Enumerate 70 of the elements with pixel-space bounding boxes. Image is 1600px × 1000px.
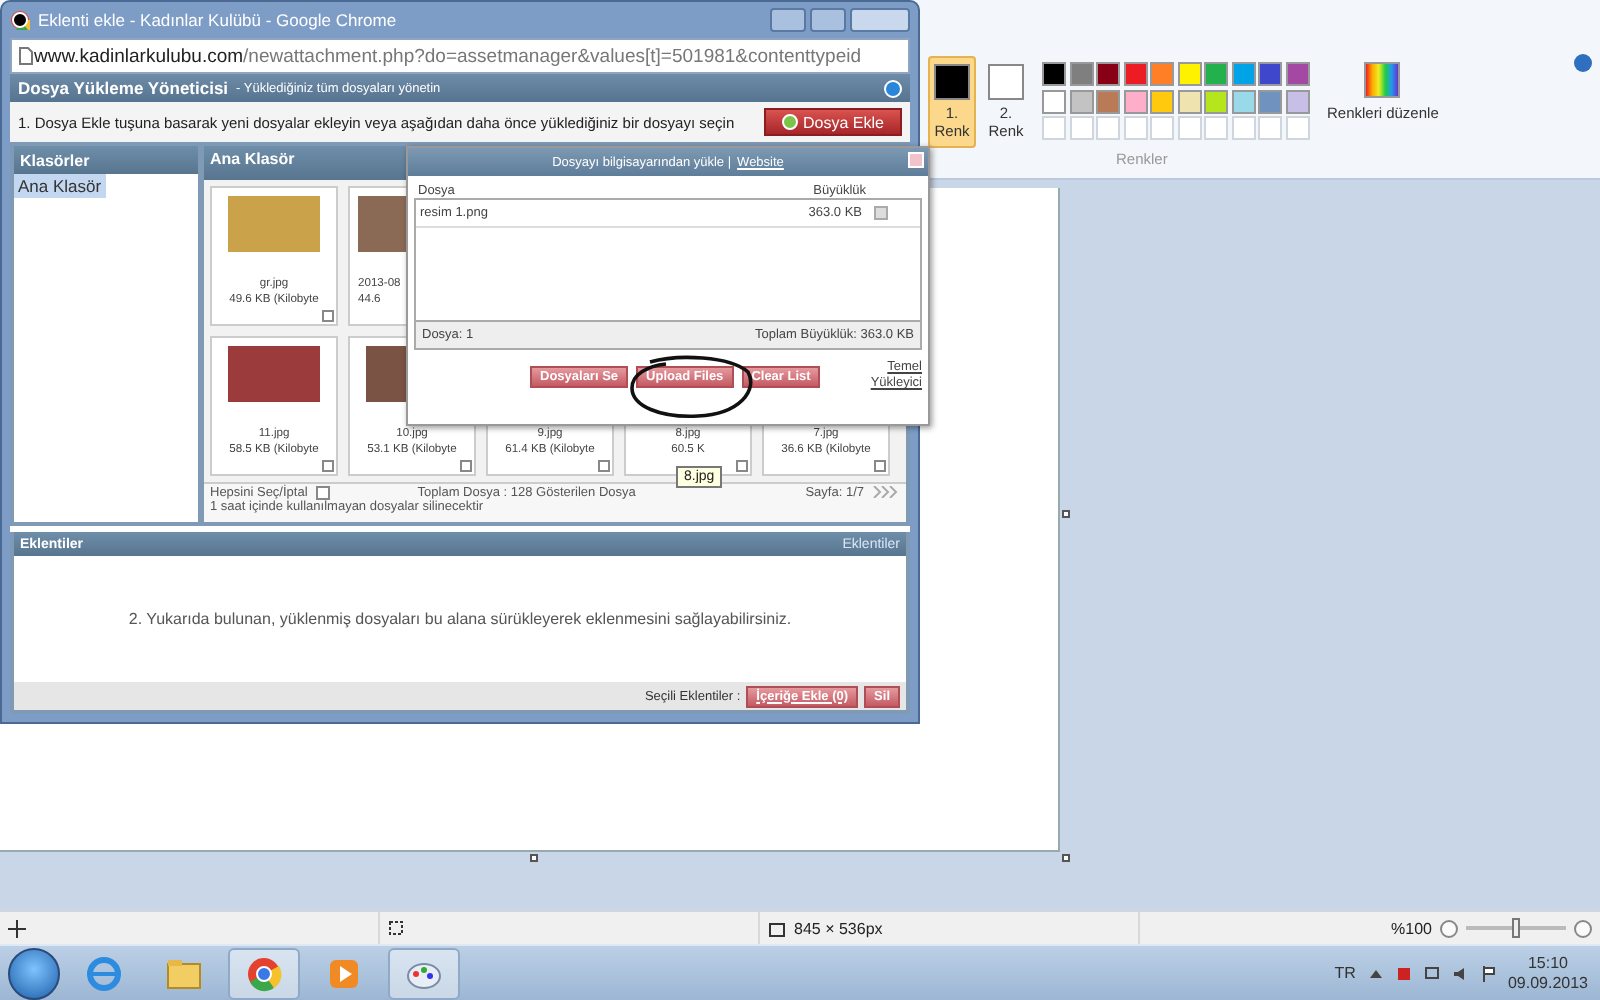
taskbar-button[interactable] bbox=[228, 947, 300, 999]
hint-text: 2. Yukarıda bulunan, yüklenmiş dosyaları bu alana sürükleyerek eklenmesini sağlayabilirsiniz. bbox=[128, 610, 792, 628]
browser-icon bbox=[246, 955, 282, 991]
maximize-button[interactable] bbox=[810, 8, 846, 32]
page-icon bbox=[18, 46, 34, 66]
photo-placeholder bbox=[228, 345, 320, 402]
help-icon[interactable] bbox=[1574, 54, 1592, 72]
speaker-icon[interactable] bbox=[1451, 965, 1468, 981]
checkbox[interactable] bbox=[460, 459, 472, 472]
checkbox[interactable] bbox=[322, 459, 334, 472]
next-page-icon[interactable] bbox=[872, 486, 900, 499]
clock-date[interactable]: 09.09.2013 bbox=[1507, 973, 1588, 993]
resize-handle[interactable] bbox=[1062, 510, 1070, 518]
url-path: /newattachment.php?do=assetmanager&values[t]=501981&contenttypeid bbox=[243, 45, 862, 67]
checkbox[interactable] bbox=[874, 459, 886, 472]
color-swatch[interactable] bbox=[1177, 89, 1201, 113]
panel-header: Klasörler bbox=[14, 146, 198, 174]
resize-handle[interactable] bbox=[1062, 854, 1070, 862]
color-swatch[interactable] bbox=[1150, 89, 1174, 113]
clock-time[interactable]: 15:10 bbox=[1527, 953, 1568, 973]
color-swatch[interactable] bbox=[1069, 89, 1093, 113]
resize-handle[interactable] bbox=[530, 854, 538, 862]
checkbox[interactable] bbox=[322, 309, 334, 322]
address-bar[interactable]: www.kadinlarkulubu.com/newattachment.php?do=assetmanager&values[t]=501981&contenttypeid bbox=[10, 38, 910, 74]
browser-icon bbox=[86, 955, 122, 991]
color-swatch[interactable] bbox=[1150, 62, 1174, 86]
photo-placeholder bbox=[228, 195, 320, 252]
language-indicator[interactable]: TR bbox=[1334, 964, 1356, 982]
checkbox[interactable] bbox=[315, 485, 330, 500]
image-size-icon bbox=[768, 919, 786, 937]
color-swatch[interactable] bbox=[1204, 62, 1228, 86]
color-swatch[interactable] bbox=[1258, 62, 1282, 86]
move-icon bbox=[8, 919, 26, 937]
add-file-button[interactable]: Dosya Ekle bbox=[763, 108, 902, 136]
color-swatch[interactable] bbox=[1096, 62, 1120, 86]
close-button[interactable] bbox=[850, 8, 910, 32]
zoom-slider-thumb[interactable] bbox=[1512, 918, 1520, 938]
color-swatch[interactable] bbox=[1042, 89, 1066, 113]
zoom-in-button[interactable] bbox=[1574, 919, 1592, 937]
help-icon[interactable] bbox=[884, 79, 902, 97]
start-button[interactable] bbox=[8, 947, 60, 999]
window-title: Eklenti ekle - Kadınlar Kulübü - Google Chrome bbox=[38, 10, 397, 30]
color-swatch[interactable] bbox=[1096, 89, 1120, 113]
color-swatch[interactable] bbox=[1123, 62, 1147, 86]
zoom-out-button[interactable] bbox=[1440, 919, 1458, 937]
chevron-up-icon[interactable] bbox=[1367, 965, 1384, 981]
selection-icon bbox=[388, 919, 406, 937]
color-swatch[interactable] bbox=[1231, 62, 1255, 86]
color-swatch[interactable] bbox=[1258, 89, 1282, 113]
color-swatch[interactable] bbox=[1042, 62, 1066, 86]
minimize-button[interactable] bbox=[770, 8, 806, 32]
color-swatch[interactable] bbox=[1204, 89, 1228, 113]
color-swatch[interactable] bbox=[1231, 89, 1255, 113]
play-icon bbox=[326, 955, 362, 991]
folder-item[interactable]: Ana Klasör bbox=[14, 174, 106, 198]
color-swatch[interactable] bbox=[1123, 89, 1147, 113]
color-swatch[interactable] bbox=[1069, 62, 1093, 86]
color-swatch[interactable] bbox=[1285, 89, 1309, 113]
checkbox[interactable] bbox=[736, 459, 748, 472]
taskbar-button[interactable] bbox=[388, 947, 460, 999]
image-size: 845 × 536px bbox=[794, 919, 883, 937]
color-swatch[interactable] bbox=[1177, 62, 1201, 86]
color-swatch[interactable] bbox=[1285, 62, 1309, 86]
url-host: www.kadinlarkulubu.com bbox=[34, 45, 244, 67]
folder-icon bbox=[166, 955, 202, 991]
monitor-icon[interactable] bbox=[1423, 965, 1440, 981]
remove-icon[interactable] bbox=[874, 206, 888, 220]
checkbox[interactable] bbox=[598, 459, 610, 472]
zoom-level: %100 bbox=[1391, 919, 1432, 937]
page-title: Dosya Yükleme Yöneticisi bbox=[18, 78, 229, 98]
